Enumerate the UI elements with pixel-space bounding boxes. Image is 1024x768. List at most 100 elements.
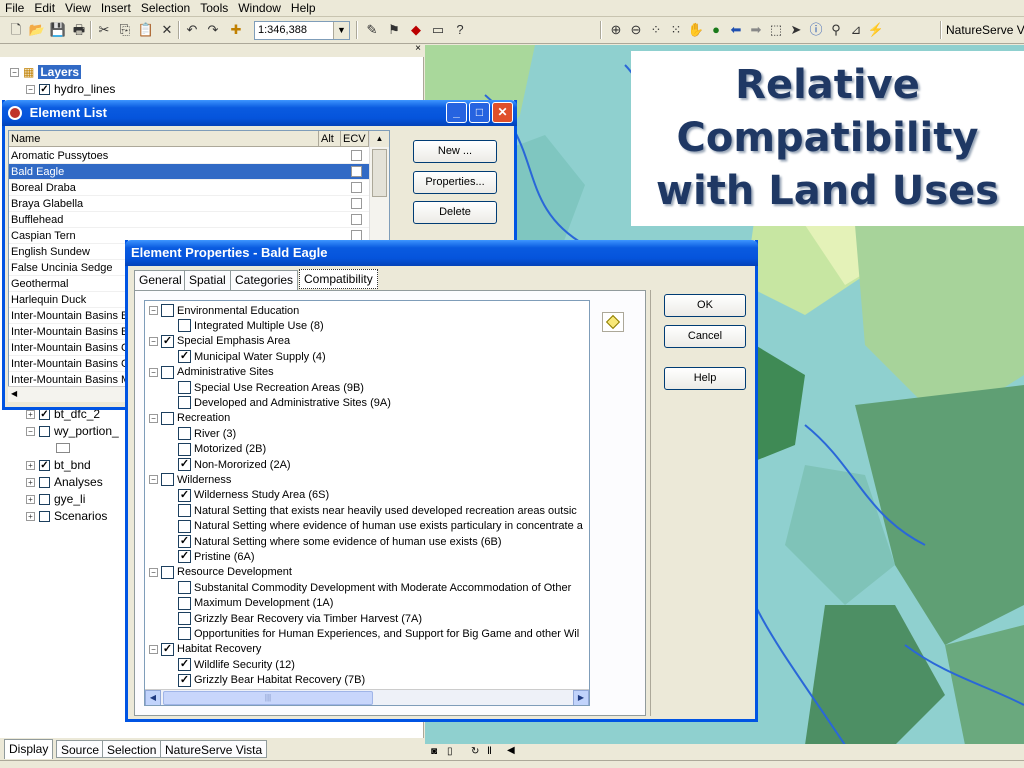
land-use-checkbox[interactable] bbox=[178, 596, 191, 610]
scroll-up-icon[interactable]: ▲ bbox=[370, 131, 389, 147]
select-elements-icon[interactable]: ➤ bbox=[786, 20, 806, 40]
element-row[interactable]: Braya Glabella bbox=[9, 196, 369, 212]
expand-icon[interactable]: + bbox=[26, 460, 35, 470]
tree-land-use[interactable]: ✓ Wilderness Study Area (6S) bbox=[178, 488, 329, 503]
category-checkbox[interactable] bbox=[161, 473, 174, 487]
tree-category[interactable]: − Resource Development bbox=[149, 565, 292, 580]
copy-icon[interactable]: ⎘ bbox=[115, 20, 135, 40]
column-header-alt[interactable]: Alt bbox=[319, 131, 341, 147]
editor-icon[interactable]: ✎ bbox=[362, 20, 382, 40]
element-properties-button[interactable]: Properties... bbox=[413, 171, 497, 194]
minimize-icon[interactable]: _ bbox=[446, 102, 467, 123]
collapse-icon[interactable]: − bbox=[149, 367, 158, 377]
pause-icon[interactable]: Ⅱ bbox=[487, 746, 492, 757]
land-use-checkbox[interactable] bbox=[178, 519, 191, 533]
find-icon[interactable]: ⚲ bbox=[826, 20, 846, 40]
ecv-checkbox[interactable] bbox=[351, 182, 362, 193]
land-use-checkbox[interactable]: ✓ bbox=[178, 658, 191, 672]
element-list-titlebar[interactable]: Element List _ □ ✕ bbox=[2, 100, 517, 126]
expand-icon[interactable]: + bbox=[26, 494, 35, 504]
fixed-zoom-in-icon[interactable]: ⁘ bbox=[646, 20, 666, 40]
scroll-left-icon[interactable]: ◀ bbox=[8, 389, 17, 398]
category-checkbox[interactable] bbox=[161, 304, 174, 317]
category-checkbox[interactable]: ✓ bbox=[161, 334, 174, 348]
toolbox-icon[interactable]: ◆ bbox=[406, 20, 426, 40]
tab-natureserve-vista[interactable]: NatureServe Vista bbox=[160, 740, 268, 758]
collapse-icon[interactable]: − bbox=[149, 644, 158, 654]
chevron-down-icon[interactable]: ▼ bbox=[333, 22, 349, 39]
toc-layer-gye-li[interactable]: + gye_li bbox=[26, 492, 85, 506]
menu-selection[interactable]: Selection bbox=[136, 0, 195, 16]
tree-land-use[interactable]: Grizzly Bear Recovery via Timber Harvest… bbox=[178, 611, 422, 626]
tree-land-use[interactable]: ✓ Natural Setting where some evidence of … bbox=[178, 534, 502, 549]
land-use-checkbox[interactable]: ✓ bbox=[178, 458, 191, 471]
element-row[interactable]: Aromatic Pussytoes bbox=[9, 148, 369, 164]
open-folder-icon[interactable]: 📂 bbox=[27, 20, 47, 40]
column-header-name[interactable]: Name bbox=[9, 131, 319, 147]
delete-icon[interactable]: ✕ bbox=[157, 20, 177, 40]
expand-icon[interactable]: + bbox=[26, 409, 35, 419]
tree-land-use[interactable]: ✓ Wildlife Security (12) bbox=[178, 657, 295, 672]
hyperlink-icon[interactable]: ⚡ bbox=[866, 20, 886, 40]
menu-tools[interactable]: Tools bbox=[195, 0, 233, 16]
category-checkbox[interactable] bbox=[161, 365, 174, 379]
data-view-icon[interactable]: ◙ bbox=[431, 746, 437, 757]
collapse-icon[interactable]: − bbox=[149, 336, 158, 346]
tab-categories[interactable]: Categories bbox=[230, 270, 299, 290]
ecv-checkbox[interactable] bbox=[351, 198, 362, 209]
tree-land-use[interactable]: Substanital Commodity Development with M… bbox=[178, 580, 571, 595]
category-checkbox[interactable] bbox=[161, 565, 174, 579]
tree-land-use[interactable]: Integrated Multiple Use (8) bbox=[178, 318, 324, 333]
close-icon[interactable]: ✕ bbox=[492, 102, 513, 123]
new-document-icon[interactable]: 🗋 bbox=[6, 20, 26, 40]
tree-land-use[interactable]: ✓ Pristine (6A) bbox=[178, 549, 255, 564]
menu-view[interactable]: View bbox=[60, 0, 96, 16]
menu-insert[interactable]: Insert bbox=[96, 0, 136, 16]
tree-category[interactable]: − Administrative Sites bbox=[149, 365, 274, 380]
scroll-thumb[interactable] bbox=[372, 149, 387, 197]
refresh-icon[interactable]: ↻ bbox=[471, 746, 479, 757]
land-use-checkbox[interactable] bbox=[178, 319, 191, 333]
tree-land-use[interactable]: Maximum Development (1A) bbox=[178, 596, 333, 611]
add-data-icon[interactable]: ✚ bbox=[226, 20, 246, 40]
collapse-icon[interactable]: − bbox=[149, 306, 158, 315]
whats-this-help-icon[interactable]: ? bbox=[450, 20, 470, 40]
layer-visibility-checkbox[interactable] bbox=[39, 510, 50, 522]
category-checkbox[interactable] bbox=[161, 411, 174, 425]
tab-selection[interactable]: Selection bbox=[102, 740, 162, 758]
map-scale-combobox[interactable]: 1:346,388 ▼ bbox=[254, 21, 350, 40]
element-row[interactable]: Bald Eagle bbox=[9, 164, 369, 180]
ecv-checkbox[interactable] bbox=[351, 214, 362, 225]
info-icon[interactable]: ⓘ bbox=[806, 20, 826, 40]
maximize-icon[interactable]: □ bbox=[469, 102, 490, 123]
collapse-icon[interactable]: − bbox=[149, 475, 158, 485]
zoom-out-icon[interactable]: ⊖ bbox=[626, 20, 646, 40]
land-use-checkbox[interactable] bbox=[178, 442, 191, 456]
tree-category[interactable]: − Recreation bbox=[149, 411, 230, 426]
menu-file[interactable]: File bbox=[0, 0, 29, 16]
land-use-checkbox[interactable] bbox=[178, 396, 191, 410]
toc-layer-scenarios[interactable]: + Scenarios bbox=[26, 509, 107, 523]
select-features-icon[interactable]: ⬚ bbox=[766, 20, 786, 40]
save-icon[interactable]: 💾 bbox=[48, 20, 68, 40]
tree-land-use[interactable]: Natural Setting where evidence of human … bbox=[178, 519, 583, 534]
tree-land-use[interactable]: River (3) bbox=[178, 426, 236, 441]
undo-icon[interactable]: ↶ bbox=[182, 20, 202, 40]
menu-help[interactable]: Help bbox=[286, 0, 321, 16]
element-row[interactable]: Bufflehead bbox=[9, 212, 369, 228]
help-button[interactable]: Help bbox=[664, 367, 746, 390]
land-use-checkbox[interactable] bbox=[178, 627, 191, 641]
tree-land-use[interactable]: ✓ Municipal Water Supply (4) bbox=[178, 349, 326, 364]
tree-category[interactable]: − Environmental Education bbox=[149, 303, 299, 318]
zoom-in-icon[interactable]: ⊕ bbox=[606, 20, 626, 40]
tree-category[interactable]: − ✓ Habitat Recovery bbox=[149, 642, 261, 657]
land-use-checkbox[interactable] bbox=[178, 581, 191, 595]
land-use-checkbox[interactable]: ✓ bbox=[178, 550, 191, 564]
collapse-icon[interactable]: − bbox=[149, 567, 158, 577]
column-header-ecv[interactable]: ECV bbox=[341, 131, 369, 147]
toc-layer-bt-bnd[interactable]: + ✓ bt_bnd bbox=[26, 458, 91, 472]
full-extent-icon[interactable]: ● bbox=[706, 20, 726, 40]
land-use-checkbox[interactable] bbox=[178, 381, 191, 394]
category-checkbox[interactable]: ✓ bbox=[161, 642, 174, 656]
land-use-checkbox[interactable] bbox=[178, 504, 191, 518]
